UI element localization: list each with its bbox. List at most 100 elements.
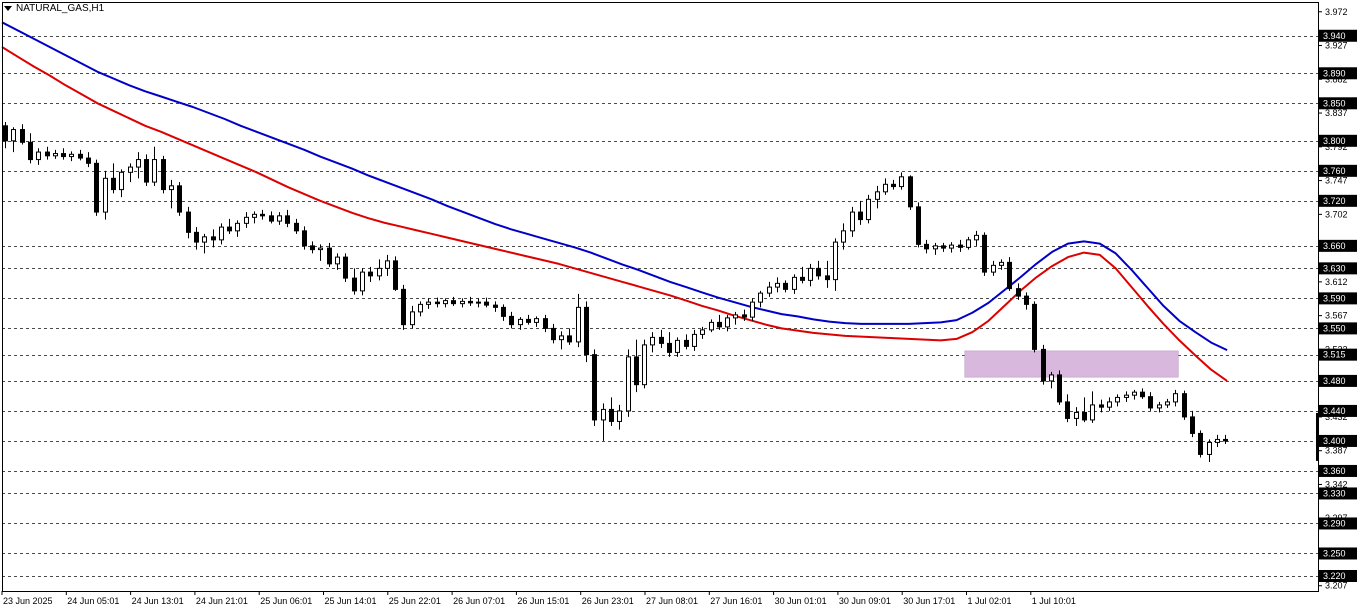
level-label: 3.400 <box>1323 436 1346 446</box>
candle-body-down <box>858 211 863 221</box>
candle-body-up <box>767 286 772 294</box>
time-label: 25 Jun 06:01 <box>260 596 312 606</box>
candle <box>343 253 348 282</box>
candle-body-down <box>352 277 357 292</box>
candle-body-down <box>1148 396 1153 409</box>
candle-body-up <box>866 198 871 221</box>
candle-body-up <box>709 321 714 331</box>
time-label: 23 Jun 2025 <box>3 596 53 606</box>
candle-body-up <box>700 329 705 335</box>
candle-body-up <box>949 244 954 249</box>
candle-body-down <box>161 159 166 191</box>
candle-body-up <box>443 300 448 305</box>
candle-body-down <box>20 129 25 143</box>
candle <box>908 175 913 210</box>
time-label: 1 Jul 10:01 <box>1032 596 1076 606</box>
time-label: 25 Jun 22:01 <box>389 596 441 606</box>
candle-body-down <box>1223 438 1228 442</box>
level-label: 3.360 <box>1323 466 1346 476</box>
candle-body-up <box>426 301 431 305</box>
candle-body-up <box>601 408 606 421</box>
candle-body-down <box>310 245 315 251</box>
level-label: 3.660 <box>1323 241 1346 251</box>
chart-window[interactable]: 3.9723.9273.8823.8373.7923.7473.7023.657… <box>0 0 1362 611</box>
candle-body-up <box>152 159 157 183</box>
time-label: 1 Jul 02:01 <box>968 596 1012 606</box>
candle-body-up <box>650 336 655 346</box>
candle-body-up <box>235 222 240 232</box>
candle-body-up <box>1207 441 1212 455</box>
time-label: 24 Jun 13:01 <box>132 596 184 606</box>
candle-body-down <box>659 336 664 344</box>
candle-body-down <box>78 153 83 159</box>
candle <box>1182 390 1187 420</box>
candle-body-down <box>1099 404 1104 408</box>
candle-body-down <box>584 306 589 356</box>
candle-body-down <box>1007 261 1012 290</box>
symbol-text: NATURAL_GAS,H1 <box>16 3 105 14</box>
level-label: 3.630 <box>1323 263 1346 273</box>
price-tick-label: 3.702 <box>1325 209 1348 219</box>
candle-body-up <box>202 236 207 243</box>
level-label: 3.720 <box>1323 196 1346 206</box>
candle <box>103 170 108 220</box>
candle <box>401 284 406 330</box>
candle-body-up <box>974 234 979 241</box>
candle-body-up <box>277 215 282 222</box>
time-label: 30 Jun 17:01 <box>903 596 955 606</box>
level-label: 3.330 <box>1323 488 1346 498</box>
candle-body-up <box>733 314 738 319</box>
candle-body-up <box>36 151 41 161</box>
candle-body-up <box>559 335 564 341</box>
candle-body-up <box>1049 374 1054 382</box>
candle-body-down <box>393 260 398 290</box>
candle-body-down <box>1140 391 1145 398</box>
candle-body-up <box>169 185 174 191</box>
candle <box>584 301 589 363</box>
candle-body-up <box>1090 404 1095 421</box>
candle-body-up <box>899 176 904 188</box>
candle-body-up <box>136 159 141 168</box>
candle-body-down <box>667 342 672 353</box>
candle-body-up <box>11 129 16 142</box>
candle-body-down <box>285 215 290 224</box>
price-tick-label: 3.747 <box>1325 176 1348 186</box>
candle-body-up <box>335 256 340 265</box>
candle <box>626 349 631 417</box>
candle <box>360 268 365 296</box>
level-label: 3.850 <box>1323 98 1346 108</box>
candle-body-down <box>592 354 597 421</box>
candle-body-up <box>1215 438 1220 443</box>
candle-body-up <box>642 344 647 386</box>
candle <box>750 298 755 321</box>
candle-body-up <box>418 303 423 313</box>
candle-body-down <box>3 125 8 142</box>
candle-body-down <box>982 234 987 273</box>
candle-body-up <box>750 301 755 318</box>
price-tick-label: 3.567 <box>1325 311 1348 321</box>
dropdown-arrow-icon[interactable] <box>4 6 12 11</box>
candle-body-down <box>94 162 99 213</box>
candle-body-down <box>484 301 489 306</box>
candle-body-up <box>966 239 971 248</box>
candle-body-down <box>260 213 265 217</box>
price-tick-label: 3.837 <box>1325 108 1348 118</box>
candle-body-up <box>1165 401 1170 406</box>
level-label: 3.250 <box>1323 548 1346 558</box>
candle <box>94 159 99 216</box>
candle-body-up <box>534 318 539 323</box>
candle-body-down <box>543 318 548 329</box>
price-tick-label: 3.612 <box>1325 277 1348 287</box>
candle-body-down <box>1065 401 1070 419</box>
candle-body-up <box>1115 396 1120 403</box>
candle-body-up <box>692 333 697 347</box>
candle-body-down <box>1190 416 1195 434</box>
candle-body-down <box>634 356 639 386</box>
candle <box>393 256 398 291</box>
candle-body-down <box>177 185 182 213</box>
time-label: 30 Jun 09:01 <box>839 596 891 606</box>
candle-body-up <box>1173 393 1178 403</box>
price-chart[interactable]: 3.9723.9273.8823.8373.7923.7473.7023.657… <box>0 0 1362 611</box>
candle-body-up <box>103 177 108 213</box>
symbol-label[interactable]: NATURAL_GAS,H1 <box>4 3 104 14</box>
